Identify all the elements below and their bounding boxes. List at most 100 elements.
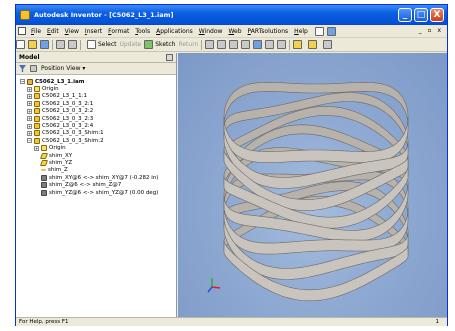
plane-icon <box>39 152 49 159</box>
select-button[interactable]: Select <box>87 40 117 50</box>
select-label: Select <box>98 41 117 48</box>
tree-node[interactable]: + C5062_L3_0_3_2:3 <box>20 115 176 122</box>
tree-node-label: C5062_L3_0_3_2:4 <box>42 123 94 130</box>
menu-view[interactable]: View <box>62 28 82 35</box>
expand-icon[interactable]: + <box>27 116 32 122</box>
inventor-app-icon[interactable] <box>20 10 30 20</box>
window-title: Autodesk Inventor - [C5062_L3_1.iam] <box>34 11 174 19</box>
browser-options-icon[interactable] <box>30 65 37 72</box>
part-icon <box>34 115 40 122</box>
filter-icon[interactable] <box>19 65 26 72</box>
browser-toolbar: Position View ▾ <box>16 63 176 75</box>
tree-node[interactable]: − C5062_L3_1.iam <box>20 78 176 85</box>
sketch-button[interactable]: Sketch <box>144 40 175 50</box>
expand-icon[interactable]: + <box>27 86 32 92</box>
web-icon[interactable] <box>326 26 336 36</box>
expand-icon[interactable]: + <box>34 145 39 151</box>
expand-icon[interactable]: + <box>27 108 32 114</box>
folder-icon <box>34 86 40 93</box>
tree-node-label: shim_Z@6 <-> shim_Z@7 <box>49 182 122 189</box>
part-icon <box>34 108 40 115</box>
pan-icon[interactable] <box>241 40 251 49</box>
tree-node[interactable]: + C5062_L3_0_3_2:1 <box>20 100 176 107</box>
part-icon <box>34 137 40 144</box>
toolbar-separator <box>80 39 81 50</box>
return-label: Return <box>178 41 199 48</box>
status-count: 1 <box>435 319 440 325</box>
tree-node[interactable]: shim_XY@6 <-> shim_XY@7 (-0.282 in) <box>20 174 176 181</box>
window-controls: _ □ X <box>398 8 444 22</box>
menu-help[interactable]: Help <box>291 28 311 35</box>
panel-close-icon[interactable] <box>166 54 173 61</box>
coordinate-triad-icon <box>207 278 221 293</box>
collapse-icon[interactable]: − <box>27 138 32 144</box>
look-at-icon[interactable] <box>265 40 275 49</box>
tree-node[interactable]: shim_Z <box>20 167 176 174</box>
menu-tools[interactable]: Tools <box>132 28 153 35</box>
tree-node-label: C5062_L3_0_3_2:3 <box>42 115 94 122</box>
zoom-icon[interactable] <box>229 40 239 49</box>
open-file-icon[interactable] <box>28 40 37 49</box>
camera-icon[interactable] <box>323 40 333 49</box>
title-bar: Autodesk Inventor - [C5062_L3_1.iam] _ □… <box>16 5 447 25</box>
menu-file[interactable]: File <box>28 28 44 35</box>
tree-node[interactable]: + Origin <box>20 145 176 152</box>
close-button[interactable]: X <box>430 8 444 22</box>
zoom-window-icon[interactable] <box>217 40 227 49</box>
model-browser-header[interactable]: Model <box>16 53 176 63</box>
position-view-dropdown[interactable]: Position View ▾ <box>41 65 85 72</box>
collapse-icon[interactable]: − <box>20 79 25 85</box>
tree-node[interactable]: shim_XY <box>20 152 176 159</box>
expand-icon[interactable]: + <box>27 101 32 107</box>
tree-node[interactable]: shim_YZ@6 <-> shim_YZ@7 (0.00 deg) <box>20 189 176 196</box>
spring-ring-back <box>223 92 409 151</box>
document-window-controls[interactable]: _ ▫ x <box>419 27 443 34</box>
tree-node-label: C5062_L3_0_3_Shim:2 <box>42 137 104 144</box>
undo-icon[interactable] <box>56 40 65 49</box>
tree-node[interactable]: + C5062_L3_0_3_2:2 <box>20 108 176 115</box>
menu-window[interactable]: Window <box>196 28 226 35</box>
menu-insert[interactable]: Insert <box>82 28 105 35</box>
tree-node[interactable]: shim_YZ <box>20 159 176 166</box>
menu-web[interactable]: Web <box>225 28 244 35</box>
model-browser-panel: Model Position View ▾ − C5062_L3_1.iam + Or… <box>16 53 177 317</box>
graphics-viewport[interactable] <box>178 53 447 317</box>
redo-icon[interactable] <box>68 40 77 49</box>
minimize-button[interactable]: _ <box>398 8 412 22</box>
tree-node[interactable]: + C5062_L3_0_3_2:4 <box>20 122 176 130</box>
sketch-icon <box>144 40 154 49</box>
menu-edit[interactable]: Edit <box>44 28 62 35</box>
display-mode-icon[interactable] <box>293 40 303 49</box>
zoom-all-icon[interactable] <box>205 40 215 49</box>
status-text: For Help, press F1 <box>19 319 69 325</box>
menu-applications[interactable]: Applications <box>153 28 196 35</box>
tree-node[interactable]: + C5062_L3_1_1:1 <box>20 93 176 100</box>
help-icon[interactable] <box>314 26 324 36</box>
new-file-icon[interactable] <box>16 40 25 49</box>
save-icon[interactable] <box>40 40 49 49</box>
tree-node-label: Origin <box>42 86 59 93</box>
plane-icon <box>39 159 49 166</box>
tree-node[interactable]: + C5062_L3_0_3_Shim:1 <box>20 130 176 137</box>
rotate-icon[interactable] <box>253 40 263 49</box>
maximize-button[interactable]: □ <box>414 8 428 22</box>
menu-partsolutions[interactable]: PARTsolutions <box>245 28 292 35</box>
inventor-window: Autodesk Inventor - [C5062_L3_1.iam] _ □… <box>15 4 448 326</box>
expand-icon[interactable]: + <box>27 93 32 99</box>
tree-node[interactable]: shim_Z@6 <-> shim_Z@7 <box>20 181 176 189</box>
menu-format[interactable]: Format <box>105 28 132 35</box>
select-arrow-icon <box>87 40 96 49</box>
toolbar-separator <box>201 39 203 50</box>
tree-node-label: C5062_L3_1_1:1 <box>42 93 88 100</box>
expand-icon[interactable]: + <box>27 123 32 129</box>
tree-node[interactable]: + Origin <box>20 85 176 93</box>
assembly-icon <box>27 78 33 85</box>
shadow-icon[interactable] <box>308 40 318 49</box>
expand-icon[interactable]: + <box>27 130 32 136</box>
return-button[interactable]: Return <box>178 40 198 50</box>
standard-toolbar: Select Update Sketch Return <box>16 38 447 52</box>
home-view-icon[interactable] <box>277 40 287 49</box>
document-icon[interactable] <box>18 27 26 35</box>
update-button[interactable]: Update <box>120 40 142 50</box>
tree-node[interactable]: − C5062_L3_0_3_Shim:2 <box>20 137 176 144</box>
